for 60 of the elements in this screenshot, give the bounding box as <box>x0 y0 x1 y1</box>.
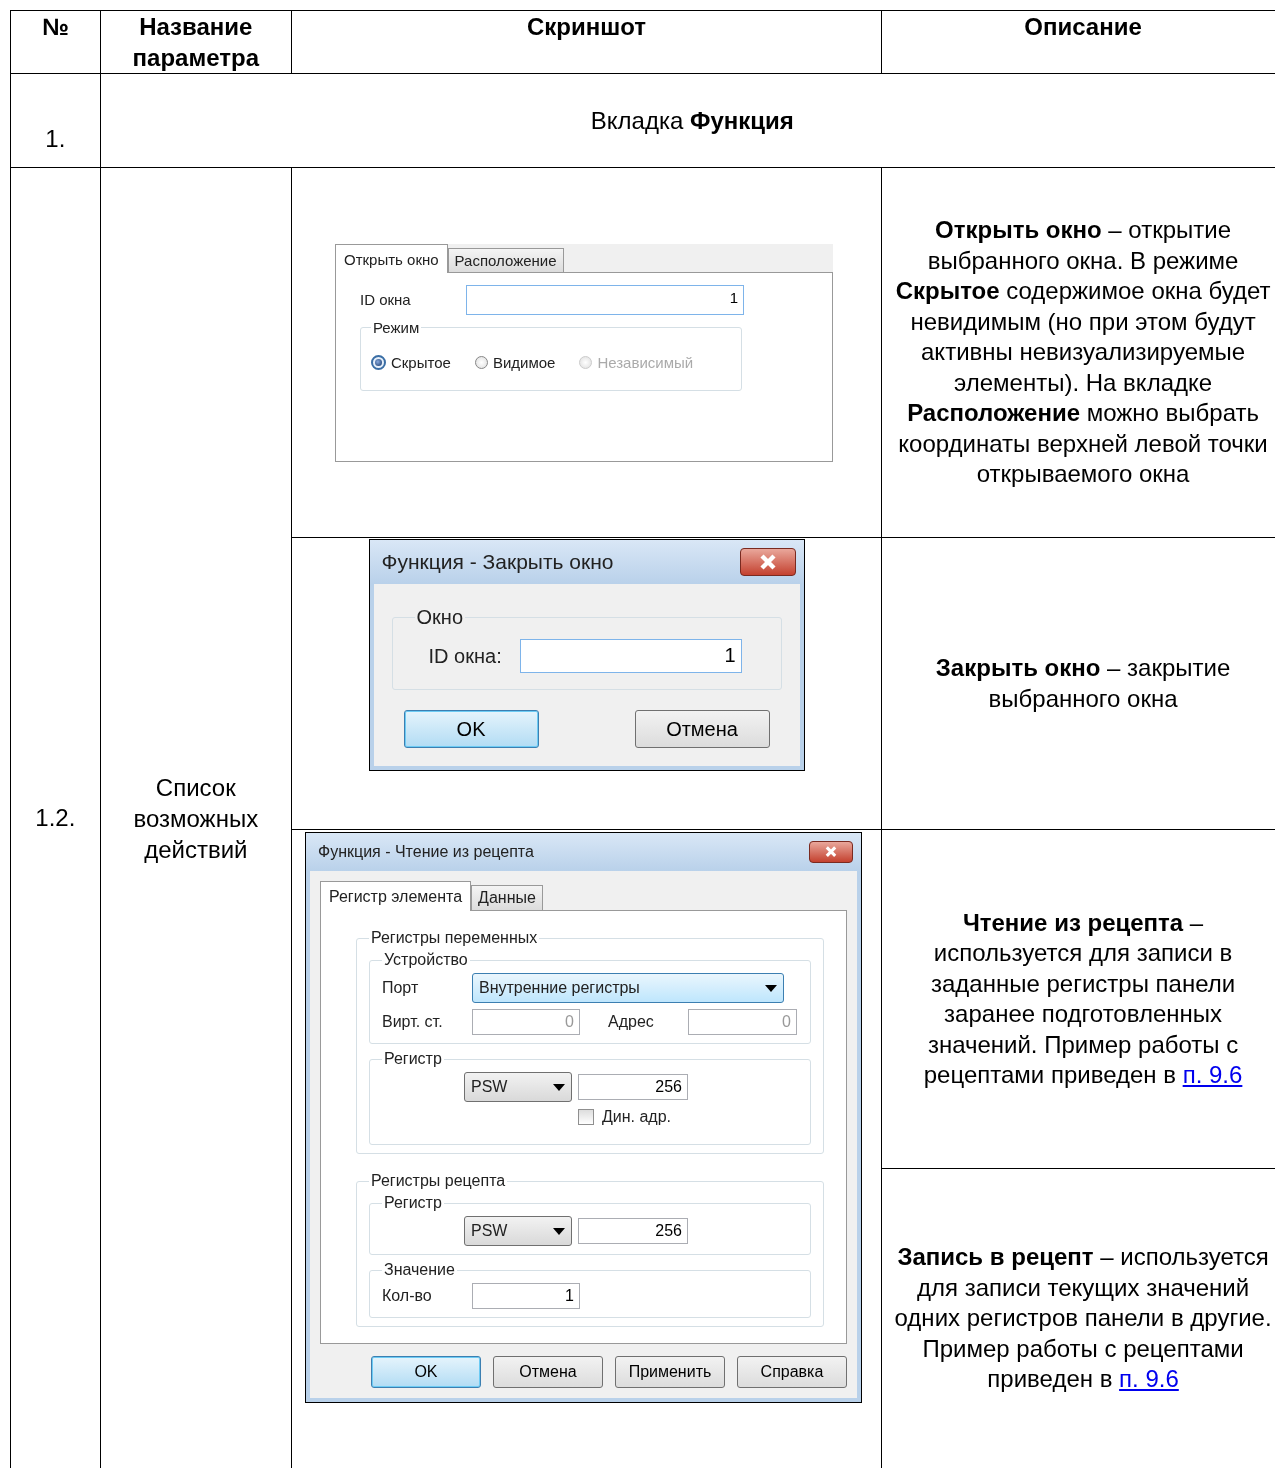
column-header: Скриншот <box>527 13 647 40</box>
dialog-button[interactable]: Отмена <box>492 1356 603 1388</box>
close-button[interactable] <box>808 841 853 863</box>
tab[interactable]: Регистр элемента <box>319 881 472 911</box>
tab[interactable]: Данные <box>471 885 543 910</box>
group-label: Регистр <box>382 1194 443 1212</box>
input-field[interactable]: 256 <box>577 1074 688 1100</box>
group-label: Регистры рецепта <box>369 1172 507 1190</box>
tab[interactable]: Расположение <box>447 247 564 272</box>
dropdown[interactable]: PSW <box>463 1072 572 1102</box>
input-field[interactable]: 1 <box>465 284 744 315</box>
input-field[interactable]: 1 <box>471 1283 580 1309</box>
caret-icon <box>552 1083 565 1091</box>
radio-button[interactable]: Скрытое <box>370 353 451 371</box>
field-label: Порт <box>381 979 420 997</box>
dialog-button[interactable]: Справка <box>736 1356 847 1388</box>
group-label: Регистр <box>382 1050 443 1068</box>
field-label: Кол-во <box>381 1287 433 1305</box>
dropdown[interactable]: Внутренние регистры <box>471 973 784 1003</box>
field-label: Адрес <box>607 1013 655 1031</box>
column-header: Описание <box>1024 13 1142 40</box>
group-label: Значение <box>382 1261 456 1279</box>
field-label: Вирт. ст. <box>381 1013 444 1031</box>
field-label: ID окна <box>359 291 412 308</box>
description-text: Открыть окно – открытие выбранного окна. В режиме Скрытое содержимое окна будет невидимым (но при этом будут активны невизуализируемые элементы). На вкладке Расположение можно выбрать координаты верхней левой точки открываемого окна <box>895 216 1271 488</box>
input-field[interactable]: 256 <box>577 1218 688 1244</box>
dialog-button[interactable]: OK <box>403 710 539 748</box>
caret-icon <box>764 984 777 992</box>
description-text: Запись в рецепт – используется для записи текущих значений одних регистров панели в другие. Пример работы с рецептами приведен в п. 9.6 <box>894 1243 1272 1393</box>
row-number: 1. <box>45 125 66 152</box>
column-header: Название параметра <box>132 13 259 71</box>
group-label: Регистры переменных <box>369 929 539 947</box>
group-label: Режим <box>371 318 421 336</box>
checkbox[interactable] <box>577 1109 594 1125</box>
tab[interactable]: Открыть окно <box>334 243 448 273</box>
close-icon <box>757 554 778 570</box>
close-icon <box>823 846 838 858</box>
dialog-button[interactable]: OK <box>370 1356 481 1388</box>
row-number: 1.2. <box>35 804 76 831</box>
radio-dot[interactable] <box>370 354 386 370</box>
field-label: ID окна: <box>428 644 502 668</box>
group-label: Окно <box>415 606 465 629</box>
radio-button[interactable]: Видимое <box>474 353 556 371</box>
checkbox-label: Дин. адр. <box>601 1108 672 1126</box>
group-label: Устройство <box>382 951 469 969</box>
section-link[interactable]: п. 9.6 <box>1182 1061 1243 1088</box>
description-text: Чтение из рецепта – используется для записи в заданные регистры панели заранее подготовленных значений. Пример работы с рецептами приведен в п. 9.6 <box>923 908 1243 1088</box>
parameter-name: Список возможных действий <box>133 773 259 863</box>
section-title: Вкладка Функция <box>590 106 794 134</box>
description-text: Закрыть окно – закрытие выбранного окна <box>935 654 1231 712</box>
caret-icon <box>552 1227 565 1235</box>
window-title: Функция - Закрыть окно <box>381 550 614 574</box>
column-header: № <box>41 13 69 40</box>
window-title: Функция - Чтение из рецепта <box>317 843 534 861</box>
section-link[interactable]: п. 9.6 <box>1119 1365 1179 1393</box>
radio-dot[interactable] <box>474 355 488 369</box>
close-button[interactable] <box>739 548 796 576</box>
dialog-button[interactable]: Отмена <box>634 710 770 748</box>
dialog-button[interactable]: Применить <box>614 1356 725 1388</box>
dropdown[interactable]: PSW <box>463 1216 572 1246</box>
